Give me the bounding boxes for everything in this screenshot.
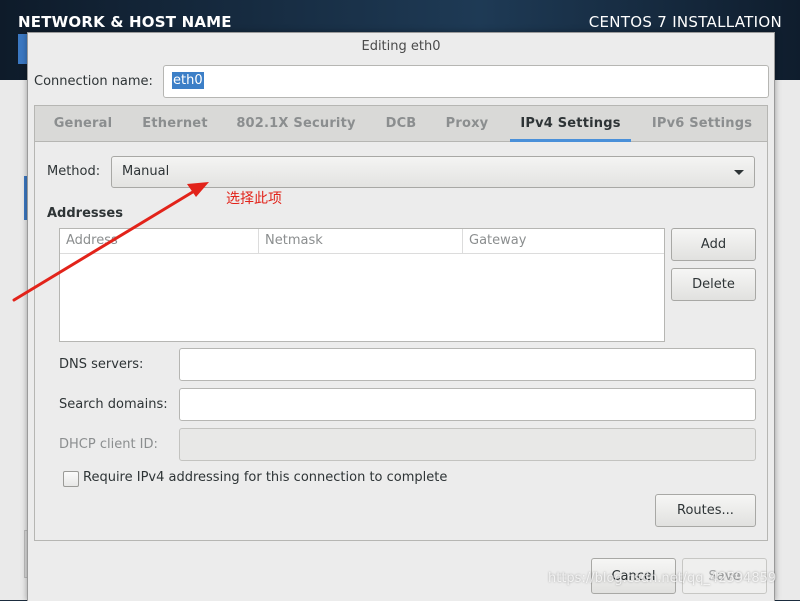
annotation-arrow bbox=[12, 182, 209, 302]
blog-watermark: https://blog.csdn.net/qq_42594859 bbox=[548, 571, 777, 586]
annotation-text: 选择此项 bbox=[226, 191, 282, 207]
annotation-arrow-shaft bbox=[12, 188, 198, 302]
